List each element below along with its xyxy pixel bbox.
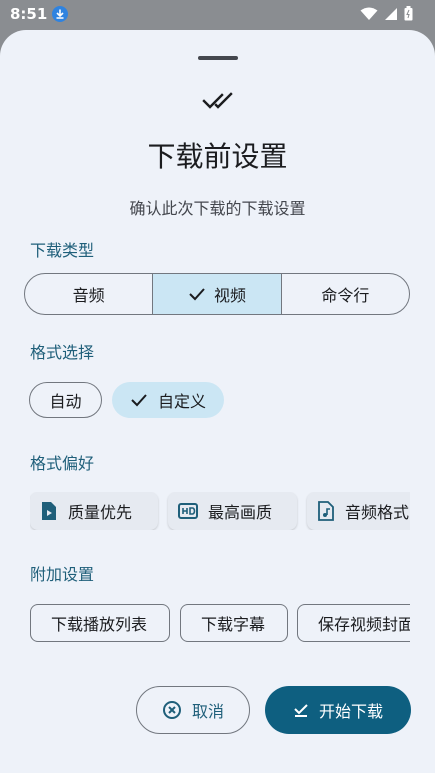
chip-quality-first-label: 质量优先 [68, 503, 133, 522]
status-bar: 8:51 [0, 0, 435, 30]
download-done-icon [293, 702, 309, 718]
chip-custom[interactable]: 自定义 [112, 382, 224, 418]
cancel-label: 取消 [191, 702, 224, 721]
chip-download-subtitles-label: 下载字幕 [201, 615, 266, 634]
video-file-icon [40, 501, 58, 521]
signal-icon [384, 7, 398, 21]
chip-auto-label: 自动 [49, 392, 82, 411]
chip-save-thumbnail[interactable]: 保存视频封面 [297, 604, 410, 642]
chip-download-playlist-label: 下载播放列表 [51, 615, 148, 634]
chip-auto[interactable]: 自动 [29, 382, 102, 418]
extra-settings-row[interactable]: 下载播放列表 下载字幕 保存视频封面 [30, 603, 410, 643]
audio-file-icon [317, 501, 335, 521]
hd-icon [178, 503, 198, 519]
cancel-icon [162, 700, 182, 720]
download-status-icon [52, 6, 68, 22]
chip-quality-first[interactable]: 质量优先 [30, 492, 158, 530]
segment-command-line-label: 命令行 [321, 286, 370, 305]
extra-settings-label: 附加设置 [30, 565, 95, 584]
segment-video-label: 视频 [213, 286, 246, 305]
status-icons [360, 6, 413, 21]
chip-save-thumbnail-label: 保存视频封面 [318, 615, 410, 634]
start-download-button[interactable]: 开始下载 [265, 686, 411, 734]
chip-audio-format-label: 音频格式 [345, 503, 410, 522]
download-type-segmented: 音频 视频 命令行 [24, 273, 410, 315]
status-time: 8:51 [10, 5, 48, 23]
chip-custom-label: 自定义 [157, 392, 206, 411]
done-all-icon [202, 90, 234, 112]
segment-video[interactable]: 视频 [152, 274, 281, 314]
segment-audio[interactable]: 音频 [25, 274, 152, 314]
check-icon [188, 287, 206, 301]
battery-icon [404, 6, 413, 21]
chip-best-quality[interactable]: 最高画质 [168, 492, 297, 530]
segment-audio-label: 音频 [72, 286, 105, 305]
dialog-subtitle: 确认此次下载的下载设置 [129, 199, 306, 218]
start-download-label: 开始下载 [318, 702, 383, 721]
bottom-sheet: 下载前设置 确认此次下载的下载设置 下载类型 音频 视频 命令行 格式选择 自动… [0, 30, 435, 773]
segment-command-line[interactable]: 命令行 [280, 274, 409, 314]
chip-download-subtitles[interactable]: 下载字幕 [180, 604, 288, 642]
format-select-label: 格式选择 [30, 343, 95, 362]
chip-download-playlist[interactable]: 下载播放列表 [30, 604, 170, 642]
drag-handle[interactable] [198, 56, 238, 60]
chip-audio-format[interactable]: 音频格式 [307, 492, 410, 530]
format-pref-label: 格式偏好 [30, 454, 95, 473]
download-type-label: 下载类型 [30, 241, 95, 260]
chip-best-quality-label: 最高画质 [208, 503, 273, 522]
check-icon [130, 393, 148, 407]
format-pref-row[interactable]: 质量优先 最高画质 音频格式 [30, 492, 410, 530]
wifi-icon [360, 7, 378, 21]
cancel-button[interactable]: 取消 [136, 686, 250, 734]
dialog-title: 下载前设置 [147, 140, 288, 173]
